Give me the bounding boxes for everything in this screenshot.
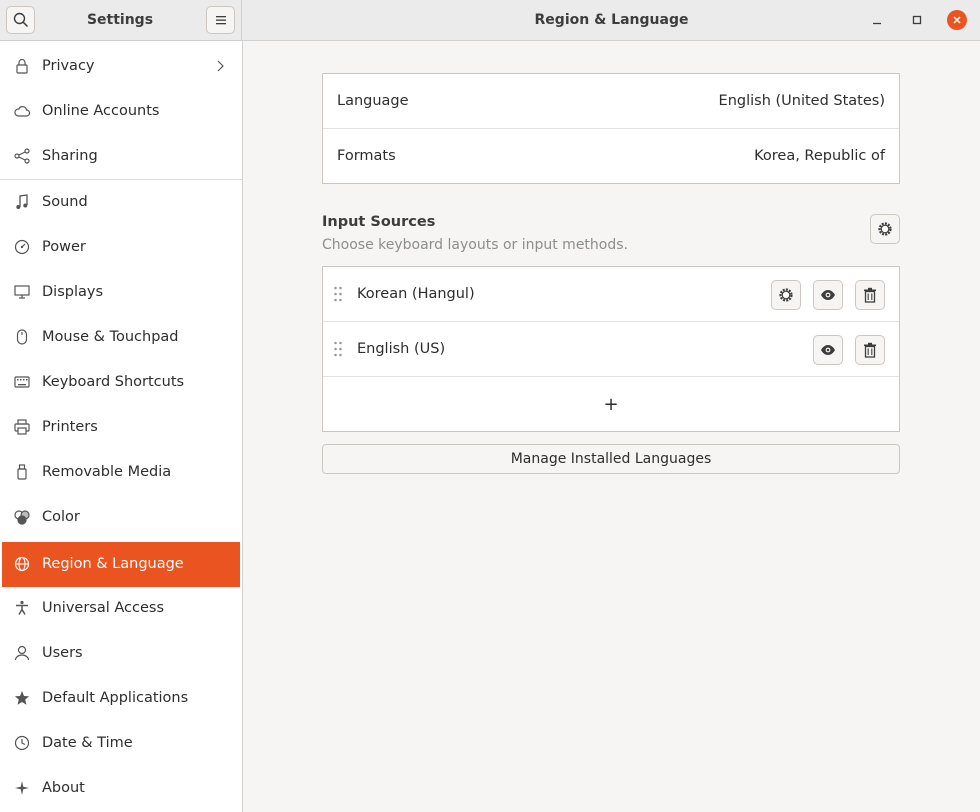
main-content: Language English (United States) Formats… [243,41,980,812]
sidebar-item-label: Online Accounts [42,103,160,119]
sidebar-item-removable-media[interactable]: Removable Media [0,450,242,495]
trash-icon [864,287,876,303]
region-card: Language English (United States) Formats… [322,73,900,184]
close-button[interactable] [947,10,967,30]
sidebar-item-default-applications[interactable]: Default Applications [0,676,242,721]
sidebar-item-power[interactable]: Power [0,225,242,270]
language-label: Language [337,93,409,109]
input-source-row[interactable]: English (US) [323,322,899,377]
language-row[interactable]: Language English (United States) [323,74,899,129]
star-icon [13,689,31,707]
cloud-icon [13,102,31,120]
sidebar-item-label: Mouse & Touchpad [42,329,179,345]
input-source-label: Korean (Hangul) [357,286,475,302]
minimize-button[interactable] [867,10,887,30]
minimize-icon [873,22,881,25]
input-sources-list: Korean (Hangul) English (US) + [322,266,900,432]
share-icon [13,147,31,165]
sidebar-item-label: Sound [42,194,88,210]
sidebar-title: Settings [86,12,154,28]
sidebar-item-about[interactable]: About [0,766,242,811]
hamburger-icon [215,16,226,25]
sidebar-item-sharing[interactable]: Sharing [0,134,242,179]
language-value: English (United States) [718,93,885,109]
users-icon [13,644,31,662]
formats-value: Korea, Republic of [754,148,885,164]
formats-row[interactable]: Formats Korea, Republic of [323,129,899,184]
gear-icon [779,288,793,302]
header-bar: Settings Region & Language [0,0,980,41]
sidebar-item-online-accounts[interactable]: Online Accounts [0,89,242,134]
drag-handle-icon[interactable] [333,286,343,302]
input-sources-subtitle: Choose keyboard layouts or input methods… [322,237,628,253]
sidebar-item-privacy[interactable]: Privacy [0,44,242,89]
sidebar-item-label: Keyboard Shortcuts [42,374,185,390]
input-source-row[interactable]: Korean (Hangul) [323,267,899,322]
sidebar-item-label: Users [42,645,83,661]
sidebar-item-displays[interactable]: Displays [0,270,242,315]
sidebar-item-universal-access[interactable]: Universal Access [0,586,242,631]
close-icon [953,16,961,24]
sidebar-item-label: Printers [42,419,98,435]
lock-icon [13,57,31,75]
sidebar-header: Settings [0,0,242,40]
sidebar-item-region-language[interactable]: Region & Language [2,542,240,587]
input-sources-options-button[interactable] [870,214,900,244]
sidebar-item-users[interactable]: Users [0,631,242,676]
chevron-right-icon [217,60,224,72]
sidebar-item-label: Removable Media [42,464,172,480]
input-source-remove-button[interactable] [855,280,885,310]
input-source-preview-button[interactable] [813,280,843,310]
sparkle-icon [13,779,31,797]
sidebar-item-label: Power [42,239,86,255]
clock-icon [13,734,31,752]
manage-installed-languages-button[interactable]: Manage Installed Languages [322,444,900,474]
sidebar-item-label: Color [42,509,80,525]
keyboard-icon [13,373,31,391]
input-source-remove-button[interactable] [855,335,885,365]
drag-handle-icon[interactable] [333,341,343,357]
display-icon [13,283,31,301]
input-source-settings-button[interactable] [771,280,801,310]
eye-icon [821,290,835,300]
eye-icon [821,345,835,355]
add-icon: + [603,393,619,415]
power-icon [13,238,31,256]
search-icon [13,12,28,28]
sidebar-item-printers[interactable]: Printers [0,405,242,450]
sidebar-item-label: Sharing [42,148,98,164]
accessibility-icon [13,599,31,617]
printer-icon [13,418,31,436]
menu-button[interactable] [206,6,235,34]
sidebar-item-label: Default Applications [42,690,189,706]
add-input-source-button[interactable]: + [323,377,899,431]
sidebar-item-label: Privacy [42,58,95,74]
sidebar-item-color[interactable]: Color [0,495,242,540]
sidebar-item-label: Date & Time [42,735,133,751]
sidebar-item-keyboard-shortcuts[interactable]: Keyboard Shortcuts [0,360,242,405]
input-source-label: English (US) [357,341,446,357]
sidebar-item-label: About [42,780,85,796]
gear-icon [878,222,892,236]
sidebar-item-label: Displays [42,284,104,300]
maximize-icon [912,15,922,25]
color-icon [13,508,31,526]
sidebar-item-date-time[interactable]: Date & Time [0,721,242,766]
sidebar-item-sound[interactable]: Sound [0,180,242,225]
input-source-preview-button[interactable] [813,335,843,365]
mouse-icon [13,328,31,346]
sidebar-item-mouse-touchpad[interactable]: Mouse & Touchpad [0,315,242,360]
maximize-button[interactable] [907,10,927,30]
usb-icon [13,463,31,481]
formats-label: Formats [337,148,396,164]
search-button[interactable] [6,6,35,34]
sidebar-item-label: Region & Language [42,556,184,572]
input-sources-title: Input Sources [322,214,436,230]
globe-icon [13,555,31,573]
sidebar: Privacy Online Accounts Sharing Sound Po… [0,41,243,812]
trash-icon [864,342,876,358]
sidebar-item-label: Universal Access [42,600,165,616]
music-note-icon [13,193,31,211]
